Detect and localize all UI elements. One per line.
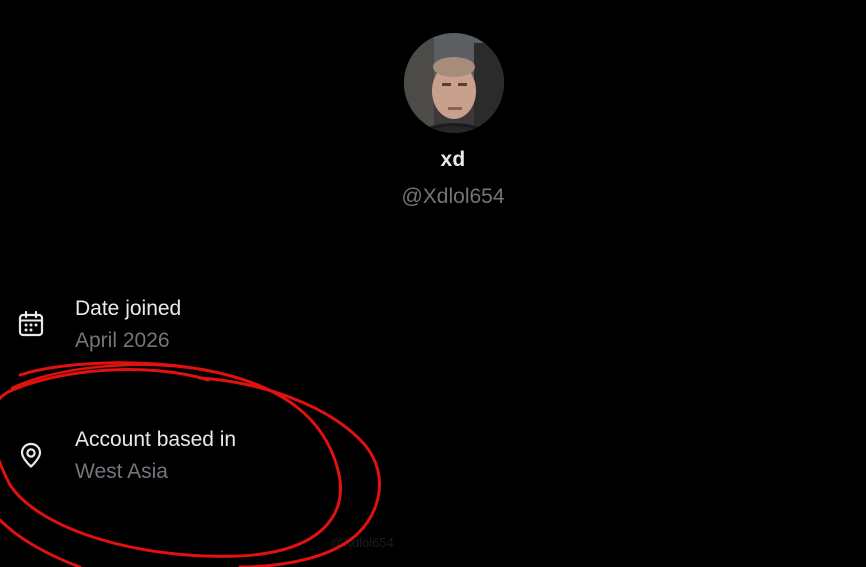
faint-footer-handle: @Xdlol654	[330, 535, 394, 550]
date-joined-value: April 2026	[75, 329, 170, 352]
avatar[interactable]	[404, 33, 504, 133]
username-handle: @Xdlol654	[401, 185, 505, 208]
avatar-photo	[404, 33, 504, 133]
account-location-label: Account based in	[75, 428, 237, 451]
location-pin-icon	[17, 441, 45, 469]
about-account-page: xd @Xdlol654 Date joined April 2026 Acco…	[0, 0, 866, 567]
date-joined-row: Date joined April 2026	[0, 296, 600, 360]
display-name: xd	[440, 148, 466, 171]
account-location-value: West Asia	[75, 460, 168, 483]
calendar-icon	[17, 310, 45, 338]
date-joined-label: Date joined	[75, 297, 182, 320]
account-location-row: Account based in West Asia	[0, 427, 600, 491]
